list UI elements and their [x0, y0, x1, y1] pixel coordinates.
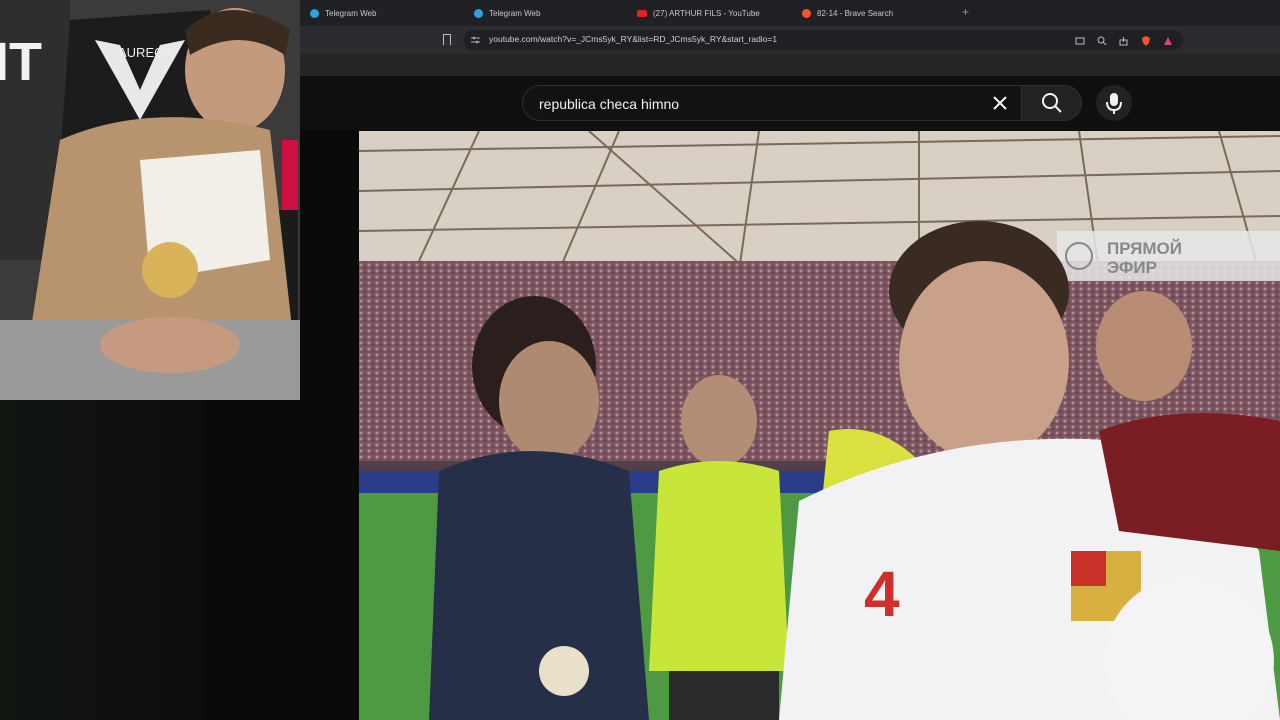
- brave-icon: [802, 8, 811, 18]
- video-frame: ПРЯМОЙ ЭФИР 4: [359, 131, 1280, 720]
- browser-toolbar: youtube.com/watch?v=_JCms5yk_RY&list=RD_…: [300, 26, 1280, 54]
- tab-telegram-2[interactable]: Telegram Web: [474, 3, 540, 23]
- zoom-icon[interactable]: [1097, 36, 1107, 46]
- broadcast-label-line1: ПРЯМОЙ: [1107, 239, 1182, 258]
- search-query: republica checa himno: [539, 96, 680, 112]
- screen-icon[interactable]: [1075, 36, 1085, 46]
- tab-label: (27) ARTHUR FILS - YouTube: [653, 8, 760, 18]
- site-info-icon[interactable]: [471, 36, 480, 44]
- tab-label: Telegram Web: [489, 8, 541, 18]
- voice-search-button[interactable]: [1096, 85, 1132, 121]
- search-input[interactable]: republica checa himno: [522, 85, 1022, 121]
- tab-telegram-1[interactable]: Telegram Web: [310, 3, 376, 23]
- telegram-icon: [310, 8, 319, 18]
- brave-shields-icon[interactable]: [1141, 36, 1151, 46]
- youtube-header: republica checa himno: [300, 76, 1280, 130]
- search-icon: [1042, 93, 1062, 113]
- webcam-scene: IT AUREOX: [0, 0, 300, 400]
- video-player[interactable]: ПРЯМОЙ ЭФИР 4: [359, 131, 1280, 720]
- brave-rewards-icon[interactable]: [1163, 36, 1173, 46]
- chair-brand: AUREOX: [118, 45, 173, 60]
- address-bar[interactable]: youtube.com/watch?v=_JCms5yk_RY&list=RD_…: [463, 30, 1183, 50]
- tab-label: Telegram Web: [325, 8, 377, 18]
- browser-tab-bar: Telegram Web Telegram Web (27) ARTHUR FI…: [300, 0, 1280, 26]
- svg-text:IT: IT: [0, 32, 42, 92]
- jersey-number: 4: [864, 558, 900, 630]
- webcam-overlay: IT AUREOX: [0, 0, 300, 400]
- share-icon[interactable]: [1119, 36, 1129, 46]
- tab-youtube[interactable]: (27) ARTHUR FILS - YouTube: [637, 3, 760, 23]
- search-button[interactable]: [1022, 85, 1082, 121]
- microphone-icon: [1106, 93, 1122, 114]
- new-tab-button[interactable]: +: [962, 5, 969, 19]
- url-text: youtube.com/watch?v=_JCms5yk_RY&list=RD_…: [489, 34, 778, 44]
- close-icon[interactable]: [991, 94, 1009, 112]
- youtube-icon: [637, 9, 647, 17]
- tab-brave-search[interactable]: 82-14 - Brave Search: [802, 3, 893, 23]
- tab-label: 82-14 - Brave Search: [817, 8, 894, 18]
- toolbar-strip: [300, 54, 1280, 76]
- background-panel: [0, 400, 204, 720]
- telegram-icon: [474, 8, 483, 18]
- bookmark-icon[interactable]: [443, 34, 451, 45]
- broadcast-label-line2: ЭФИР: [1107, 258, 1157, 277]
